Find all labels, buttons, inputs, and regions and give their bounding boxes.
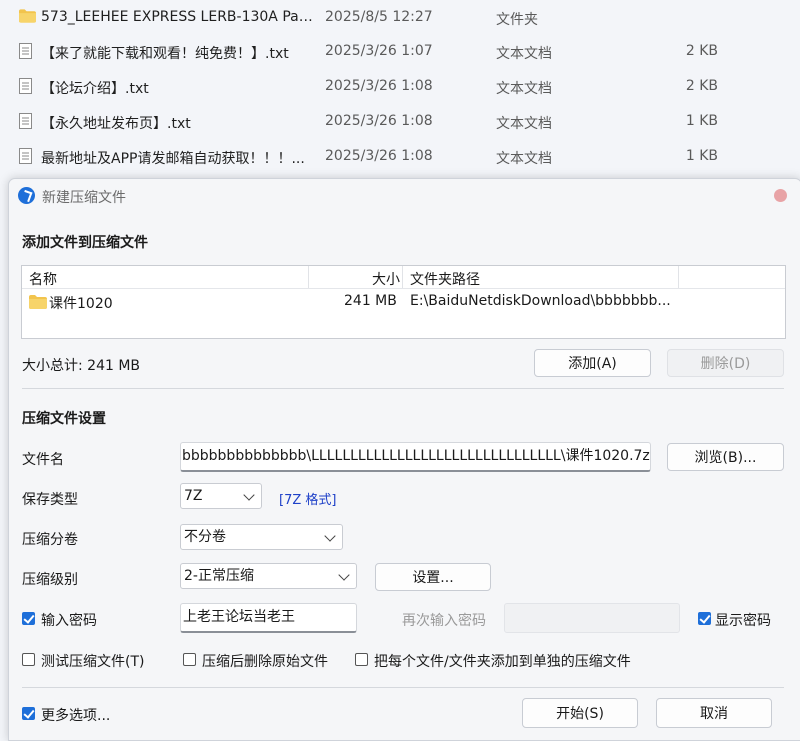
- level-select[interactable]: 2-正常压缩: [180, 563, 357, 589]
- file-name: 573_LEEHEE EXPRESS LERB-130A Par...: [41, 9, 313, 25]
- folder-icon: [19, 9, 36, 23]
- file-size: 2 KB: [685, 43, 718, 59]
- list-item[interactable]: 【论坛介绍】.txt 2025/3/26 1:08 文本文档 2 KB: [0, 69, 800, 104]
- start-button[interactable]: 开始(S): [522, 698, 638, 728]
- list-item[interactable]: 【来了就能下载和观看！纯免费！】.txt 2025/3/26 1:07 文本文档 2 …: [0, 34, 800, 69]
- column-divider[interactable]: [678, 266, 679, 288]
- test-archive-label[interactable]: 测试压缩文件(T): [41, 651, 144, 671]
- delete-after-label[interactable]: 压缩后删除原始文件: [202, 651, 328, 671]
- reenter-password-label: 再次输入密码: [402, 613, 486, 629]
- save-type-select[interactable]: 7Z: [180, 483, 262, 509]
- item-name: 课件1020: [49, 296, 113, 312]
- save-type-value: 7Z: [184, 488, 203, 504]
- password-checkbox[interactable]: [22, 612, 35, 625]
- new-archive-dialog: 新建压缩文件 添加文件到压缩文件 名称 大小 文件夹路径 课件1020 241 …: [8, 178, 800, 741]
- filename-field[interactable]: bbbbbbbbbbbbbb\LLLLLLLLLLLLLLLLLLLLLLLLL…: [180, 442, 651, 472]
- item-path: E:\BaiduNetdiskDownload\bbbbbbb...: [410, 293, 671, 309]
- file-type: 文本文档: [496, 81, 552, 97]
- more-options-checkbox[interactable]: [22, 707, 35, 720]
- file-date: 2025/3/26 1:07: [325, 43, 433, 59]
- each-separate-label[interactable]: 把每个文件/文件夹添加到单独的压缩文件: [374, 651, 631, 671]
- reenter-password-field[interactable]: [504, 603, 680, 633]
- file-size: 2 KB: [685, 78, 718, 94]
- list-item[interactable]: 【永久地址发布页】.txt 2025/3/26 1:08 文本文档 1 KB: [0, 104, 800, 139]
- archive-settings-heading: 压缩文件设置: [22, 411, 106, 427]
- show-password-label[interactable]: 显示密码: [715, 610, 771, 630]
- file-type: 文本文档: [496, 46, 552, 62]
- file-name: 最新地址及APP请发邮箱自动获取！！！...: [41, 151, 305, 167]
- filename-value: bbbbbbbbbbbbbb\LLLLLLLLLLLLLLLLLLLLLLLLL…: [182, 448, 650, 464]
- file-name: 【永久地址发布页】.txt: [41, 116, 191, 132]
- list-item[interactable]: 573_LEEHEE EXPRESS LERB-130A Par... 2025/…: [0, 0, 800, 35]
- text-file-icon: [19, 43, 32, 59]
- file-name: 【来了就能下载和观看！纯免费！】.txt: [41, 46, 289, 62]
- file-date: 2025/3/26 1:08: [325, 78, 433, 94]
- total-size: 大小总计: 241 MB: [22, 358, 141, 374]
- delete-after-checkbox[interactable]: [183, 653, 196, 666]
- test-archive-checkbox[interactable]: [22, 653, 35, 666]
- file-size: 1 KB: [685, 148, 718, 164]
- level-value: 2-正常压缩: [184, 568, 254, 584]
- item-size: 241 MB: [344, 293, 397, 309]
- show-password-checkbox[interactable]: [698, 612, 711, 625]
- file-date: 2025/8/5 12:27: [325, 9, 433, 25]
- split-label: 压缩分卷: [22, 532, 78, 548]
- dialog-titlebar[interactable]: 新建压缩文件: [9, 179, 800, 213]
- format-link[interactable]: [7Z 格式]: [279, 489, 336, 508]
- settings-button[interactable]: 设置...: [375, 563, 491, 591]
- each-separate-checkbox[interactable]: [355, 653, 368, 666]
- chevron-down-icon: [338, 569, 350, 581]
- split-value: 不分卷: [184, 529, 226, 545]
- chevron-down-icon: [324, 530, 336, 542]
- folder-icon: [29, 295, 47, 309]
- level-label: 压缩级别: [22, 572, 78, 588]
- list-item[interactable]: 最新地址及APP请发邮箱自动获取！！！... 2025/3/26 1:08 文本文档…: [0, 139, 800, 174]
- text-file-icon: [19, 113, 32, 129]
- browse-button[interactable]: 浏览(B)...: [667, 443, 784, 471]
- add-files-heading: 添加文件到压缩文件: [22, 235, 148, 251]
- column-path[interactable]: 文件夹路径: [410, 269, 480, 289]
- file-type: 文件夹: [496, 12, 538, 28]
- file-list[interactable]: 名称 大小 文件夹路径 课件1020 241 MB E:\BaiduNetdis…: [21, 265, 786, 339]
- password-field[interactable]: 上老王论坛当老王: [180, 603, 357, 633]
- file-type: 文本文档: [496, 151, 552, 167]
- column-divider[interactable]: [402, 266, 403, 288]
- password-value: 上老王论坛当老王: [183, 609, 295, 625]
- file-date: 2025/3/26 1:08: [325, 113, 433, 129]
- close-icon[interactable]: [774, 189, 787, 202]
- split-select[interactable]: 不分卷: [180, 524, 343, 550]
- file-name: 【论坛介绍】.txt: [41, 81, 149, 97]
- text-file-icon: [19, 148, 32, 164]
- cancel-button[interactable]: 取消: [656, 698, 772, 728]
- file-list-header: 名称 大小 文件夹路径: [22, 266, 785, 289]
- column-size[interactable]: 大小: [372, 269, 400, 289]
- file-size: 1 KB: [685, 113, 718, 129]
- column-name[interactable]: 名称: [29, 269, 57, 289]
- file-type: 文本文档: [496, 116, 552, 132]
- delete-button[interactable]: 删除(D): [667, 349, 784, 377]
- column-divider[interactable]: [308, 266, 309, 288]
- app-logo-icon: [18, 187, 35, 204]
- filename-label: 文件名: [22, 452, 64, 468]
- save-type-label: 保存类型: [22, 492, 78, 508]
- more-options-label[interactable]: 更多选项...: [41, 705, 110, 725]
- add-button[interactable]: 添加(A): [534, 349, 651, 377]
- dialog-title: 新建压缩文件: [42, 190, 126, 206]
- file-date: 2025/3/26 1:08: [325, 148, 433, 164]
- chevron-down-icon: [243, 489, 255, 501]
- password-label[interactable]: 输入密码: [41, 610, 97, 630]
- text-file-icon: [19, 78, 32, 94]
